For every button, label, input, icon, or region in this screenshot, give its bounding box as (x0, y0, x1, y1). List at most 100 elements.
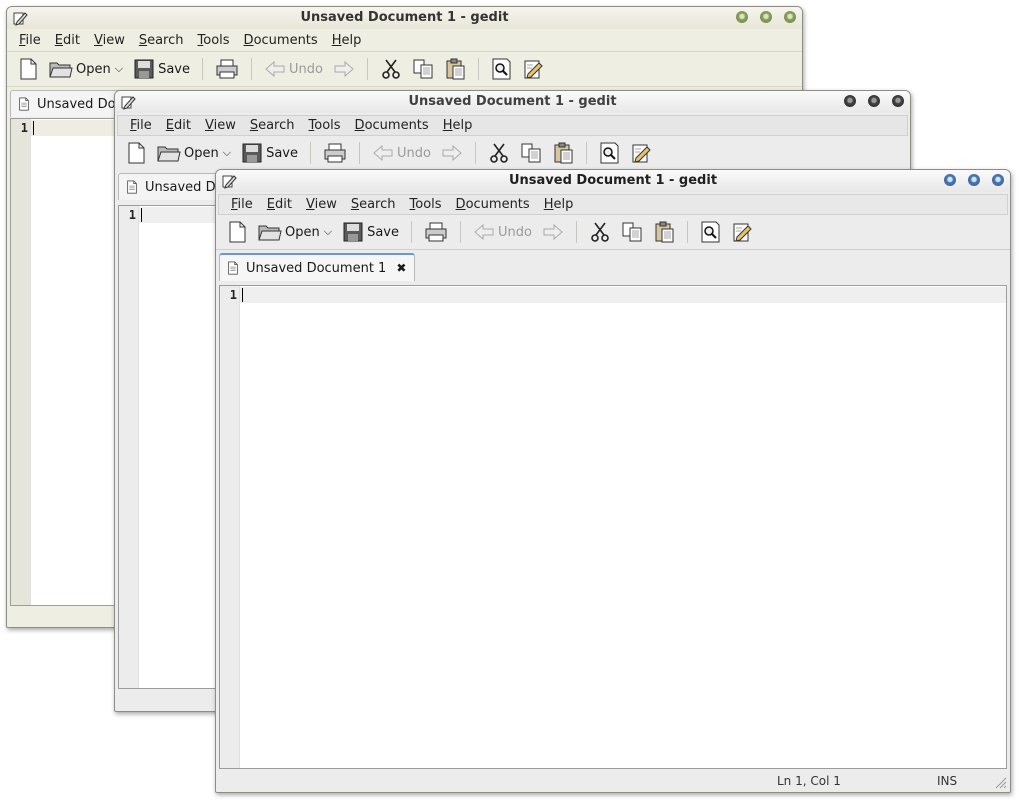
maximize-button[interactable] (968, 174, 980, 186)
menu-search[interactable]: Search (132, 33, 191, 48)
document-tab[interactable]: Unsaved Document 1 ✖ (219, 253, 416, 281)
dropdown-arrow-icon[interactable]: ⌵ (115, 62, 123, 76)
menu-documents[interactable]: Documents (237, 33, 325, 48)
replace-button[interactable] (728, 217, 758, 247)
close-window-button[interactable] (784, 11, 796, 23)
toolbar: Open ⌵ Save Undo (7, 52, 802, 87)
maximize-button[interactable] (868, 95, 880, 107)
replace-button[interactable] (627, 138, 657, 168)
menu-search[interactable]: Search (243, 118, 302, 133)
document-icon (125, 180, 139, 194)
find-button[interactable] (487, 54, 517, 84)
menu-view[interactable]: View (87, 33, 132, 48)
open-button[interactable]: Open ⌵ (45, 54, 127, 84)
find-button[interactable] (595, 138, 625, 168)
redo-icon (542, 222, 564, 242)
find-button[interactable] (696, 217, 726, 247)
resize-grip-icon[interactable] (993, 775, 1007, 789)
menu-tools[interactable]: Tools (302, 118, 348, 133)
text-cursor (141, 208, 142, 222)
save-button[interactable]: Save (237, 138, 302, 168)
close-window-button[interactable] (892, 95, 904, 107)
print-icon (215, 58, 239, 80)
undo-button[interactable]: Undo (260, 54, 327, 84)
menu-tools[interactable]: Tools (191, 33, 237, 48)
cut-button[interactable] (376, 54, 406, 84)
redo-icon (333, 59, 355, 79)
tab-strip: Unsaved Document 1 ✖ (216, 250, 1010, 281)
line-number-gutter (119, 206, 139, 688)
undo-button[interactable]: Undo (469, 217, 536, 247)
title-bar[interactable]: Unsaved Document 1 - gedit (115, 91, 910, 113)
minimize-button[interactable] (736, 11, 748, 23)
gedit-window-front[interactable]: Unsaved Document 1 - gedit File Edit Vie… (215, 169, 1011, 793)
redo-icon (441, 143, 463, 163)
copy-button[interactable] (617, 217, 647, 247)
menu-help[interactable]: Help (537, 197, 581, 212)
toolbar-separator (686, 221, 688, 243)
paste-button[interactable] (649, 217, 679, 247)
title-bar[interactable]: Unsaved Document 1 - gedit (216, 170, 1010, 192)
copy-button[interactable] (516, 138, 546, 168)
close-icon[interactable]: ✖ (396, 261, 406, 275)
dropdown-arrow-icon[interactable]: ⌵ (223, 146, 231, 160)
paste-button[interactable] (548, 138, 578, 168)
new-button[interactable] (222, 217, 252, 247)
copy-icon (520, 142, 542, 164)
copy-icon (621, 221, 643, 243)
title-bar[interactable]: Unsaved Document 1 - gedit (7, 7, 802, 29)
undo-label: Undo (289, 61, 323, 77)
cut-button[interactable] (484, 138, 514, 168)
redo-button[interactable] (329, 54, 359, 84)
menu-view[interactable]: View (198, 118, 243, 133)
menu-file[interactable]: File (224, 197, 260, 212)
menu-bar: File Edit View Search Tools Documents He… (7, 29, 802, 52)
menu-file[interactable]: File (12, 33, 48, 48)
print-button[interactable] (319, 138, 351, 168)
save-button[interactable]: Save (129, 54, 194, 84)
close-window-button[interactable] (992, 174, 1004, 186)
menu-view[interactable]: View (299, 197, 344, 212)
menu-documents[interactable]: Documents (449, 197, 537, 212)
menu-documents[interactable]: Documents (348, 118, 436, 133)
save-button[interactable]: Save (338, 217, 403, 247)
save-icon (342, 221, 364, 243)
menu-search[interactable]: Search (344, 197, 403, 212)
undo-icon (372, 143, 394, 163)
minimize-button[interactable] (844, 95, 856, 107)
text-editor[interactable]: 1 (219, 285, 1007, 769)
undo-icon (264, 59, 286, 79)
redo-button[interactable] (538, 217, 568, 247)
replace-button[interactable] (519, 54, 549, 84)
print-button[interactable] (211, 54, 243, 84)
document-icon (226, 261, 240, 275)
undo-button[interactable]: Undo (368, 138, 435, 168)
window-title: Unsaved Document 1 - gedit (508, 173, 718, 188)
menu-help[interactable]: Help (325, 33, 369, 48)
cut-button[interactable] (585, 217, 615, 247)
new-button[interactable] (121, 138, 151, 168)
maximize-button[interactable] (760, 11, 772, 23)
minimize-button[interactable] (944, 174, 956, 186)
dropdown-arrow-icon[interactable]: ⌵ (324, 225, 332, 239)
line-number-gutter (11, 119, 31, 605)
menu-edit[interactable]: Edit (260, 197, 299, 212)
print-button[interactable] (420, 217, 452, 247)
redo-button[interactable] (437, 138, 467, 168)
menu-edit[interactable]: Edit (48, 33, 87, 48)
toolbar-separator (202, 58, 203, 80)
menu-edit[interactable]: Edit (159, 118, 198, 133)
new-button[interactable] (13, 54, 43, 84)
menu-file[interactable]: File (123, 118, 159, 133)
open-button[interactable]: Open ⌵ (153, 138, 235, 168)
menu-tools[interactable]: Tools (403, 197, 449, 212)
menu-help[interactable]: Help (436, 118, 480, 133)
menu-bar: File Edit View Search Tools Documents He… (117, 115, 908, 136)
toolbar-separator (359, 142, 360, 164)
copy-button[interactable] (408, 54, 438, 84)
undo-label: Undo (397, 145, 431, 161)
paste-button[interactable] (440, 54, 470, 84)
line-number: 1 (20, 121, 28, 135)
open-button[interactable]: Open ⌵ (254, 217, 336, 247)
find-icon (491, 58, 513, 80)
